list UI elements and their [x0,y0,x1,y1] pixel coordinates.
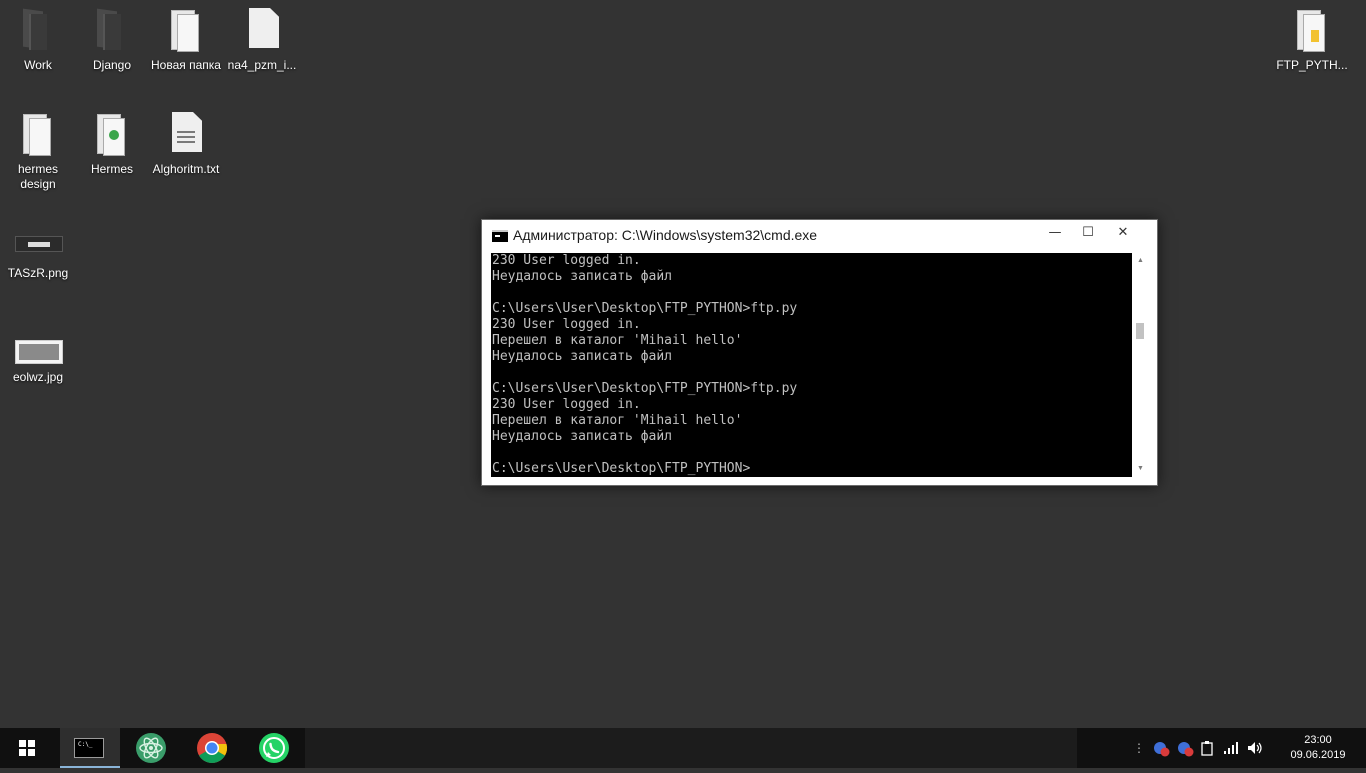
desktop-icon-taszr[interactable]: TASzR.png [0,226,76,281]
tray-app-icon[interactable] [1152,738,1170,758]
console-line: Неудалось записать файл [492,429,673,444]
system-tray: ⋮ 23:00 09.06.2019 [1126,728,1366,768]
taskbar-atom[interactable] [121,728,181,768]
desktop-icon-label: TASzR.png [7,266,69,280]
folder-icon [89,8,135,54]
taskbar-empty-area [305,728,1077,768]
folder-icon [15,112,61,158]
folder-icon [1289,8,1335,54]
console-line: 230 User logged in. [492,253,641,268]
console-line: C:\Users\User\Desktop\FTP_PYTHON>ftp.py [492,301,798,316]
tray-app-icon[interactable] [1176,738,1194,758]
clock-date: 09.06.2019 [1290,749,1346,761]
desktop-icon-django[interactable]: Django [74,8,150,73]
scroll-thumb[interactable] [1136,323,1144,339]
cmd-icon: C:\_ [74,738,104,758]
whatsapp-icon [259,733,289,763]
folder-icon [15,8,61,54]
clock-time: 23:00 [1304,734,1332,746]
signal-bars-glyph [1224,742,1238,754]
desktop-icon-ftp-python[interactable]: FTP_PYTH... [1274,8,1350,73]
desktop-icon-label: FTP_PYTH... [1276,58,1348,72]
text-file-icon [163,112,209,158]
desktop-icon-label: Hermes [90,162,133,176]
tray-badge-app-icon [1178,742,1194,757]
tray-badge-app-icon [1154,742,1170,757]
minimize-button[interactable]: — [1038,220,1072,248]
windows-logo-icon [19,740,35,756]
console-line: Перешел в каталог 'Mihail hello' [492,333,743,348]
desktop-icon-label: hermes design [17,162,58,191]
console-line: Неудалось записать файл [492,269,673,284]
python-badge-icon [1311,30,1319,42]
tray-overflow-icon[interactable]: ⋮ [1130,738,1148,758]
desktop-icon-eolwz[interactable]: eolwz.jpg [0,330,76,385]
close-button[interactable]: ✕ [1106,220,1140,248]
desktop-icon-label: eolwz.jpg [12,370,64,384]
cmd-window-title: Администратор: C:\Windows\system32\cmd.e… [513,227,818,243]
desktop-icon-na4-pzm[interactable]: na4_pzm_i... [224,8,300,73]
folder-icon [163,8,209,54]
console-output[interactable]: 230 User logged in. Неудалось записать ф… [491,253,1132,477]
cmd-icon-text: C:\_ [78,741,93,748]
desktop-icon-label: Alghoritm.txt [152,162,220,176]
console-line: 230 User logged in. [492,397,641,412]
desktop-icon-label: Новая папка [151,58,221,72]
clipboard-icon[interactable] [1198,738,1216,758]
scroll-up-arrow[interactable]: ▲ [1132,253,1149,269]
taskbar-chrome[interactable] [182,728,242,768]
console-line: Перешел в каталог 'Mihail hello' [492,413,743,428]
network-icon[interactable] [1222,738,1240,758]
console-line: 230 User logged in. [492,317,641,332]
desktop-icon-hermes[interactable]: Hermes [74,112,150,177]
taskbar: C:\_ ⋮ 23:00 09.06.2019 [0,728,1366,768]
taskbar-whatsapp[interactable] [244,728,304,768]
folder-icon [89,112,135,158]
clock[interactable]: 23:00 09.06.2019 [1288,733,1348,763]
desktop-icon-alghoritm[interactable]: Alghoritm.txt [148,112,224,177]
chrome-icon [197,733,228,764]
taskbar-cmd[interactable]: C:\_ [60,728,120,768]
desktop-icon-hermes-design[interactable]: hermes design [0,112,76,192]
console-line: Неудалось записать файл [492,349,673,364]
speaker-glyph [1248,742,1262,754]
start-button[interactable] [0,728,52,768]
clipboard-glyph [1201,741,1213,756]
console-line: C:\Users\User\Desktop\FTP_PYTHON>ftp.py [492,381,798,396]
image-file-icon [15,330,63,364]
console-scrollbar[interactable]: ▲ ▼ [1132,253,1149,477]
maximize-button[interactable]: ☐ [1071,220,1105,248]
image-file-icon [15,226,63,258]
scroll-down-arrow[interactable]: ▼ [1132,461,1149,477]
cmd-window[interactable]: Администратор: C:\Windows\system32\cmd.e… [481,219,1158,486]
desktop-icon-label: Django [92,58,132,72]
desktop-icon-label: na4_pzm_i... [227,58,297,72]
desktop-icon-work[interactable]: Work [0,8,76,73]
app-badge-icon [109,130,119,140]
cmd-titlebar[interactable]: Администратор: C:\Windows\system32\cmd.e… [482,220,1157,252]
console-prompt[interactable]: C:\Users\User\Desktop\FTP_PYTHON> [491,461,1132,477]
file-icon [239,8,285,54]
cmd-icon [492,230,508,242]
atom-icon [136,733,166,763]
volume-icon[interactable] [1245,738,1263,758]
desktop-icon-new-folder[interactable]: Новая папка [148,8,224,73]
desktop-icon-label: Work [24,58,52,72]
